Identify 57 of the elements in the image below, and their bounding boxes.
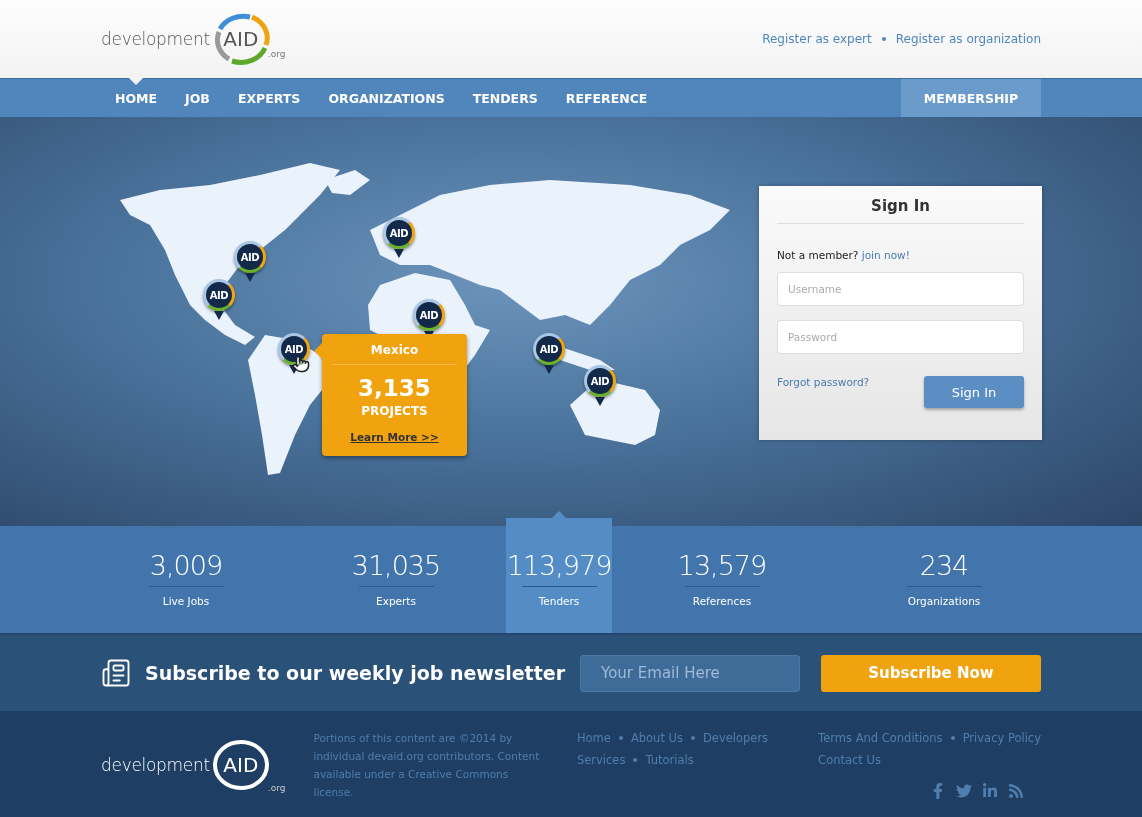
copyright-notice: Portions of this content are ©2014 by individual devaid.org contributors. Content available under a Creative Commons license. (313, 731, 541, 800)
popup-count: 3,135 (358, 375, 431, 401)
logo-suffix: .org (267, 783, 286, 793)
logo-suffix: .org (267, 49, 286, 59)
nav-item[interactable]: ORGANIZATIONS (314, 79, 459, 117)
hand-cursor-icon (292, 355, 310, 373)
stat-value: 3,009 (149, 550, 223, 581)
membership-button[interactable]: MEMBERSHIP (901, 79, 1041, 117)
nav-item[interactable]: TENDERS (458, 79, 552, 117)
nav-item[interactable]: REFERENCE (551, 79, 662, 117)
twitter-icon[interactable] (956, 783, 973, 799)
username-field[interactable]: Username (777, 272, 1024, 306)
nav-item[interactable]: JOB (171, 79, 224, 117)
nav-item[interactable]: EXPERTS (223, 79, 315, 117)
footer-link[interactable]: About Us (630, 729, 683, 747)
footer-link[interactable]: Services (576, 751, 626, 769)
stat-label: Organizations (907, 595, 981, 607)
stat-value: 234 (919, 550, 969, 581)
subscribe-button[interactable]: Subscribe Now (821, 654, 1041, 692)
stat-tile[interactable]: 234 Organizations (832, 526, 1056, 633)
member-prompt: Not a member? join now! (777, 249, 911, 261)
register-link[interactable]: Register as expert (762, 32, 872, 46)
footer-link[interactable]: Developers (702, 729, 769, 747)
stat-label: Tenders (538, 595, 580, 607)
forgot-password-link[interactable]: Forgot password? (777, 376, 870, 388)
email-field[interactable]: Your Email Here (580, 654, 800, 692)
logo-mark: AID (223, 27, 259, 51)
stat-value: 113,979 (506, 550, 612, 581)
logo-mark: AID (223, 753, 259, 777)
footer-link[interactable]: Privacy Policy (962, 729, 1041, 747)
stat-value: 13,579 (677, 550, 767, 581)
stat-tile[interactable]: 3,009 Live Jobs (86, 526, 286, 633)
newspaper-icon (101, 658, 131, 688)
footer-link[interactable]: Contact Us (818, 751, 881, 769)
join-link[interactable]: join now! (861, 249, 910, 261)
rss-icon[interactable] (1008, 783, 1025, 799)
stat-tile[interactable]: 13,579 References (612, 526, 832, 633)
sign-in-title: Sign In (777, 186, 1024, 224)
popup-unit: PROJECTS (361, 404, 428, 418)
popup-country: Mexico (332, 334, 457, 365)
register-link[interactable]: Register as organization (895, 32, 1041, 46)
newsletter-title: Subscribe to our weekly job newsletter (145, 662, 566, 684)
learn-more-link[interactable]: Learn More >> (350, 431, 439, 443)
footer-link[interactable]: Terms And Conditions (818, 729, 943, 747)
stat-value: 31,035 (351, 550, 441, 581)
linkedin-icon[interactable] (982, 783, 999, 799)
footer-link[interactable]: Tutorials (645, 751, 694, 769)
password-field[interactable]: Password (777, 320, 1024, 354)
stat-label: Live Jobs (162, 595, 210, 607)
logo-word: development (101, 755, 210, 775)
footer-link[interactable]: Home (576, 729, 611, 747)
sign-in-button[interactable]: Sign In (924, 376, 1024, 408)
logo-word: development (101, 29, 210, 49)
stat-label: References (692, 595, 752, 607)
nav-item[interactable]: HOME (101, 79, 172, 117)
stat-label: Experts (376, 595, 416, 607)
stat-tile[interactable]: 31,035 Experts (286, 526, 506, 633)
